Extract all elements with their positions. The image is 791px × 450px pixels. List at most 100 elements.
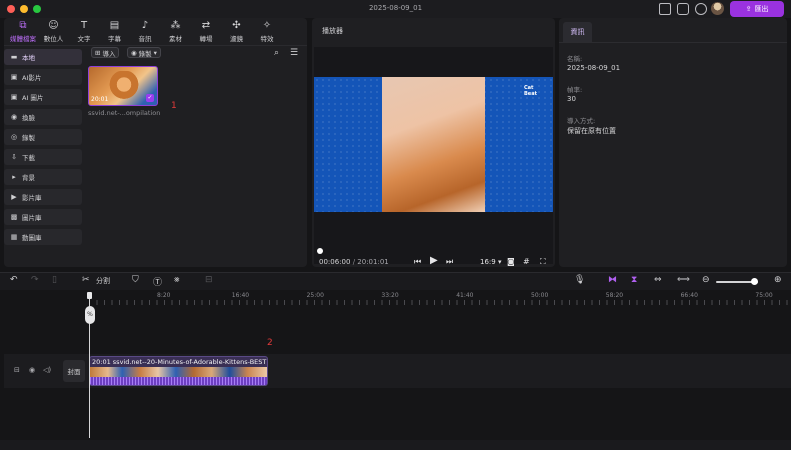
divider bbox=[4, 45, 307, 46]
microphone-icon[interactable]: 🎙︎ bbox=[574, 275, 585, 285]
undo-icon[interactable]: ↶ bbox=[10, 275, 18, 285]
ruler-tick-label: 41:40 bbox=[456, 292, 474, 299]
tool-tab-subtitle[interactable]: ▤ 字幕 bbox=[100, 20, 130, 44]
sidebar-item-ai-video[interactable]: ▣ AI影片 bbox=[4, 69, 82, 85]
tool-tab-filter[interactable]: ✣ 濾鏡 bbox=[222, 20, 252, 44]
tool-tab-assets[interactable]: ⁂ 素材 bbox=[161, 20, 191, 44]
layout-icon[interactable] bbox=[659, 3, 671, 15]
tool-tab-label: 濾鏡 bbox=[230, 35, 243, 43]
media-thumbnail[interactable]: 20:01 ✓ bbox=[88, 66, 158, 106]
ruler-tick-label: 66:40 bbox=[680, 292, 698, 299]
shield-icon[interactable]: ⛉ bbox=[132, 275, 139, 285]
fit-timeline-icon[interactable]: ⟺ bbox=[677, 275, 690, 285]
record-label: 錄製 bbox=[138, 49, 152, 58]
fullscreen-icon[interactable]: ⛶ bbox=[540, 257, 546, 267]
player-title: 播放器 bbox=[322, 27, 343, 35]
sidebar-item-label: 圖片庫 bbox=[22, 214, 42, 222]
ruler-tick-label: 75:00 bbox=[755, 292, 773, 299]
selected-check-icon[interactable]: ✓ bbox=[146, 94, 154, 102]
grid-icon[interactable]: # bbox=[523, 257, 530, 266]
video-clip[interactable]: 20:01 ssvid.net--20-Minutes-of-Adorable-… bbox=[89, 356, 268, 386]
playhead-handle[interactable] bbox=[87, 292, 92, 299]
tool-tab-label: 特效 bbox=[260, 35, 274, 43]
sidebar-item-image-library[interactable]: ▩ 圖片庫 bbox=[4, 209, 82, 225]
record-icon: ◎ bbox=[10, 133, 18, 141]
kitten-image bbox=[107, 71, 141, 101]
sidebar-item-label: 動圖庫 bbox=[22, 234, 42, 242]
player-panel: 播放器 Cat Beat 00:06:00 / 20:01:01 ⏮ ▶ ⏭ 1… bbox=[312, 18, 555, 267]
sort-icon[interactable]: ☰ bbox=[290, 48, 298, 58]
next-frame-icon[interactable]: ⏭ bbox=[446, 257, 453, 267]
playhead-badge: % bbox=[85, 306, 95, 324]
zoom-slider-handle[interactable] bbox=[750, 278, 758, 285]
media-icon: ⧉ bbox=[19, 20, 27, 31]
sidebar-item-gif-library[interactable]: ▦ 動圖庫 bbox=[4, 229, 82, 245]
tool-tab-label: 音訊 bbox=[138, 35, 152, 43]
tool-tab-label: 數位人 bbox=[43, 35, 64, 43]
sidebar-item-folder[interactable]: ▬ 本地 bbox=[4, 49, 82, 65]
record-dropdown[interactable]: ◉ 錄製 ▾ bbox=[127, 47, 161, 58]
cover-button[interactable]: 封面 bbox=[63, 360, 85, 382]
tab-info[interactable]: 資訊 bbox=[563, 22, 592, 42]
feedback-icon[interactable] bbox=[677, 3, 689, 15]
track-lock-icon[interactable]: ⊟ bbox=[14, 366, 20, 374]
document-title: 2025-08-09_01 bbox=[368, 4, 423, 12]
track-visibility-icon[interactable]: ◉ bbox=[29, 366, 35, 374]
sidebar-item-download[interactable]: ⇩ 下載 bbox=[4, 149, 82, 165]
info-panel: 資訊 名稱: 2025-08-09_01 幀率: 30 導入方式: 保留在原有位… bbox=[559, 18, 787, 267]
freeze-frame-icon[interactable]: ⊟ bbox=[205, 275, 213, 285]
track-audio-icon[interactable]: ◁) bbox=[43, 366, 51, 374]
tool-tab-effects[interactable]: ✧ 特效 bbox=[252, 20, 282, 44]
search-icon[interactable]: ⌕ bbox=[274, 48, 279, 58]
export-button[interactable]: ⇪ 匯出 bbox=[730, 1, 784, 17]
redo-icon[interactable]: ↷ bbox=[31, 275, 39, 285]
name-label: 名稱: bbox=[567, 55, 583, 63]
previous-frame-icon[interactable]: ⏮ bbox=[414, 257, 421, 267]
fps-label: 幀率: bbox=[567, 86, 583, 94]
image-library-icon: ▩ bbox=[10, 213, 18, 221]
snapshot-icon[interactable]: ◙ bbox=[507, 257, 515, 266]
magnet-snap-icon[interactable]: ⧗ bbox=[631, 275, 637, 285]
sidebar-item-face-swap[interactable]: ◉ 換臉 bbox=[4, 109, 82, 125]
tool-tab-transition[interactable]: ⇄ 轉場 bbox=[191, 20, 221, 44]
auto-caption-icon[interactable]: ⨳ bbox=[174, 275, 180, 285]
video-library-icon: ▶ bbox=[11, 193, 17, 201]
sidebar-item-video-library[interactable]: ▶ 影片庫 bbox=[4, 189, 82, 205]
effects-icon: ✧ bbox=[262, 20, 272, 31]
import-button[interactable]: ⊞ 導入 bbox=[91, 47, 120, 58]
chevron-down-icon: ▾ bbox=[495, 258, 502, 266]
split-icon[interactable]: ✂ bbox=[82, 275, 90, 285]
link-clips-icon[interactable]: ⧓ bbox=[608, 275, 617, 285]
status-bar bbox=[0, 440, 791, 450]
sidebar-item-ai-image[interactable]: ▣ AI 圖片 bbox=[4, 89, 82, 105]
sidebar-item-label: 背景 bbox=[22, 174, 35, 182]
download-icon[interactable] bbox=[695, 3, 707, 15]
sidebar-item-label: 影片庫 bbox=[22, 194, 42, 202]
scrubber-handle[interactable] bbox=[317, 248, 323, 254]
tool-tab-avatar-person[interactable]: ☺ 數位人 bbox=[39, 20, 69, 44]
sidebar-item-label: 下載 bbox=[22, 154, 35, 162]
split-track-icon[interactable]: ⇔ bbox=[654, 275, 662, 285]
name-value: 2025-08-09_01 bbox=[567, 64, 621, 72]
play-icon[interactable]: ▶ bbox=[430, 255, 438, 266]
sidebar-item-label: 本地 bbox=[22, 54, 35, 62]
sidebar-item-background[interactable]: ▸ 背景 bbox=[4, 169, 82, 185]
face-swap-icon: ◉ bbox=[10, 113, 18, 121]
zoom-out-icon[interactable]: ⊖ bbox=[702, 275, 710, 285]
tool-tab-text[interactable]: T 文字 bbox=[69, 20, 99, 44]
delete-icon[interactable]: ▯ bbox=[52, 275, 57, 285]
user-avatar[interactable] bbox=[711, 2, 724, 15]
tool-tab-music[interactable]: ♪ 音訊 bbox=[130, 20, 160, 44]
split-button-label[interactable]: 分割 bbox=[96, 276, 110, 286]
zoom-in-icon[interactable]: ⊕ bbox=[774, 275, 782, 285]
ruler-tick-label: 16:40 bbox=[231, 292, 250, 299]
text-icon: T bbox=[80, 20, 88, 31]
aspect-ratio-select[interactable]: 16:9 ▾ bbox=[480, 258, 501, 266]
tool-tab-label: 轉場 bbox=[199, 35, 213, 43]
ai-image-icon: ▣ bbox=[10, 93, 18, 101]
sidebar-item-record[interactable]: ◎ 錄製 bbox=[4, 129, 82, 145]
ruler-tick-label: 58:20 bbox=[605, 292, 624, 299]
ruler-tick-label: 33:20 bbox=[381, 292, 399, 299]
text-box-icon[interactable]: Ⓣ bbox=[153, 275, 162, 288]
tool-tab-media[interactable]: ⧉ 媒體檔案 bbox=[8, 20, 38, 44]
